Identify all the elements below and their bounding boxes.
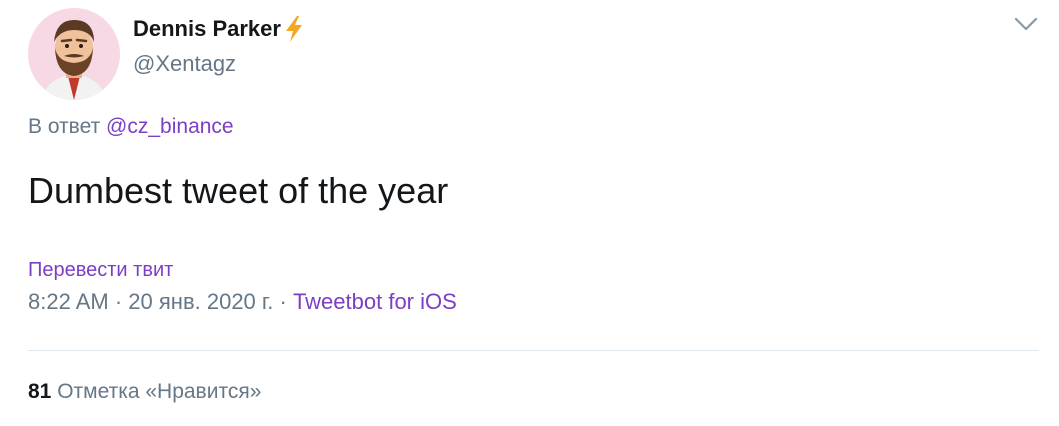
avatar[interactable] — [28, 8, 120, 100]
chevron-down-icon[interactable] — [1012, 14, 1040, 34]
likes-count: 81 — [28, 380, 52, 403]
tweet-time[interactable]: 8:22 AM — [28, 289, 109, 314]
translate-tweet-link[interactable]: Перевести твит — [28, 259, 173, 282]
cartoon-bearded-man-avatar-icon — [28, 8, 120, 100]
author-display-name[interactable]: Dennis Parker — [133, 16, 281, 42]
author-name-row[interactable]: Dennis Parker — [133, 14, 305, 44]
tweet-source-link[interactable]: Tweetbot for iOS — [293, 289, 457, 314]
divider — [28, 350, 1039, 351]
tweet-date[interactable]: 20 янв. 2020 г. — [128, 289, 273, 314]
tweet-text: Dumbest tweet of the year — [28, 170, 449, 211]
lightning-bolt-icon — [283, 15, 305, 43]
tweet-metadata: 8:22 AM · 20 янв. 2020 г. · Tweetbot for… — [28, 289, 457, 315]
reply-mention-link[interactable]: @cz_binance — [106, 115, 234, 138]
likes-label: Отметка «Нравится» — [57, 380, 262, 403]
meta-separator: · — [279, 289, 287, 314]
author-handle[interactable]: @Xentagz — [133, 51, 236, 77]
likes-stat[interactable]: 81 Отметка «Нравится» — [28, 380, 261, 404]
reply-prefix: В ответ — [28, 115, 101, 138]
reply-context: В ответ @cz_binance — [28, 115, 234, 139]
meta-separator: · — [114, 289, 123, 314]
